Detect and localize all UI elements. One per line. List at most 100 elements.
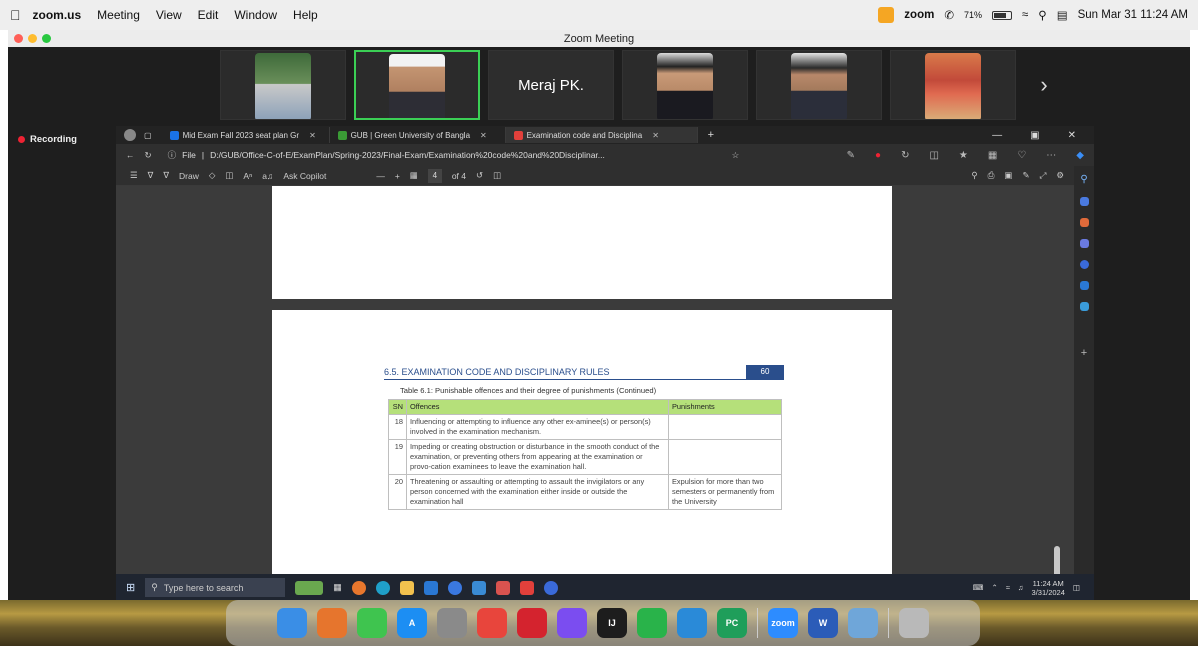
- app-store-icon[interactable]: A: [397, 608, 427, 638]
- close-tab-icon[interactable]: ✕: [652, 131, 659, 140]
- highlight-icon[interactable]: ∇: [148, 170, 154, 181]
- store-icon[interactable]: [471, 580, 486, 595]
- tab-actions-icon[interactable]: ▢: [144, 131, 152, 140]
- zoom-icon[interactable]: zoom: [768, 608, 798, 638]
- refresh-icon[interactable]: ↻: [145, 150, 152, 161]
- zoom-status-label[interactable]: zoom: [904, 9, 934, 21]
- split-screen-icon[interactable]: ◫: [929, 150, 938, 161]
- participant-tile[interactable]: [220, 50, 346, 120]
- rotate-icon[interactable]: ↺: [476, 170, 483, 181]
- widgets-icon[interactable]: [295, 580, 324, 595]
- settings-icon[interactable]: [437, 608, 467, 638]
- browser-tab[interactable]: GUB | Green University of Bangla ✕: [330, 127, 506, 143]
- preview-icon[interactable]: [848, 608, 878, 638]
- recording-indicator[interactable]: Recording: [8, 132, 108, 146]
- battery-icon[interactable]: [991, 10, 1012, 20]
- favorites-icon[interactable]: ★: [959, 150, 968, 161]
- ask-copilot-button[interactable]: Ask Copilot: [283, 171, 326, 181]
- restore-icon[interactable]: ▣: [1030, 130, 1039, 141]
- edge-icon[interactable]: [375, 580, 390, 595]
- sync-icon[interactable]: ↻: [901, 150, 909, 161]
- fit-page-icon[interactable]: ▦: [410, 170, 418, 181]
- taskbar-clock[interactable]: 11:24 AM 3/31/2024: [1032, 579, 1065, 597]
- close-tab-icon[interactable]: ✕: [480, 131, 487, 140]
- menu-view[interactable]: View: [156, 8, 182, 22]
- copilot-sidebar-icon[interactable]: [1079, 260, 1089, 269]
- profile-icon[interactable]: [124, 129, 136, 141]
- messenger-icon[interactable]: [557, 608, 587, 638]
- draw-icon[interactable]: ∇: [163, 170, 169, 181]
- minimize-icon[interactable]: —: [992, 130, 1002, 141]
- participant-tile-active-speaker[interactable]: [354, 50, 480, 120]
- browser-tab[interactable]: Mid Exam Fall 2023 seat plan Gr ✕: [162, 127, 330, 143]
- outlook-icon[interactable]: [1079, 281, 1089, 290]
- zoom-out-icon[interactable]: —: [376, 171, 385, 181]
- print-icon[interactable]: ⎙: [988, 170, 995, 181]
- pycharm-icon[interactable]: PC: [717, 608, 747, 638]
- toolbox-icon[interactable]: [1079, 218, 1089, 227]
- task-view-icon[interactable]: ▦: [333, 582, 342, 593]
- more-icon[interactable]: ⋯: [1046, 150, 1056, 161]
- explorer-icon[interactable]: [399, 580, 414, 595]
- notification-icon[interactable]: ◫: [1073, 583, 1080, 592]
- participant-tile[interactable]: [622, 50, 748, 120]
- menu-meeting[interactable]: Meeting: [97, 8, 140, 22]
- pdf-search-icon[interactable]: ⚲: [971, 170, 977, 181]
- settings-icon[interactable]: ⚙: [1056, 170, 1064, 181]
- teams-icon[interactable]: [543, 580, 558, 595]
- read-aloud-icon[interactable]: a♫: [262, 171, 273, 181]
- browser-tab-active[interactable]: Examination code and Disciplina ✕: [505, 127, 698, 143]
- favorite-star-icon[interactable]: ☆: [732, 150, 740, 161]
- windows-start-icon[interactable]: ⊞: [126, 581, 135, 594]
- games-icon[interactable]: [1079, 239, 1089, 248]
- messages-icon[interactable]: [357, 608, 387, 638]
- finder-icon[interactable]: [277, 608, 307, 638]
- save-icon[interactable]: ▣: [1004, 170, 1012, 181]
- chevron-right-icon[interactable]: ›: [1024, 50, 1064, 120]
- close-icon[interactable]: ✕: [1068, 130, 1076, 141]
- view-icon[interactable]: ◫: [225, 170, 233, 181]
- heart-icon[interactable]: ♡: [1017, 150, 1026, 161]
- minimize-window-icon[interactable]: [28, 34, 37, 43]
- close-window-icon[interactable]: [14, 34, 23, 43]
- control-center-icon[interactable]: ▤: [1057, 8, 1068, 22]
- opera-icon[interactable]: [517, 608, 547, 638]
- app-icon[interactable]: [495, 580, 510, 595]
- network-icon[interactable]: ≈: [1006, 583, 1010, 592]
- extension-icon[interactable]: ✎: [847, 150, 855, 161]
- participant-tile-name-only[interactable]: Meraj PK.: [488, 50, 614, 120]
- collections-icon[interactable]: ▦: [988, 150, 997, 161]
- taskbar-search-field[interactable]: ⚲ Type here to search: [145, 578, 286, 597]
- word-icon[interactable]: W: [808, 608, 838, 638]
- address-field[interactable]: ⓘ File | D:/GUB/Office-C-of-E/ExamPlan/S…: [162, 147, 722, 163]
- add-sidebar-icon[interactable]: +: [1081, 347, 1087, 359]
- back-icon[interactable]: ←: [126, 150, 135, 160]
- volume-icon[interactable]: ♫: [1018, 583, 1024, 592]
- menu-window[interactable]: Window: [234, 8, 277, 22]
- search-sidebar-icon[interactable]: ⚲: [1080, 174, 1087, 185]
- intellij-icon[interactable]: IJ: [597, 608, 627, 638]
- fullscreen-icon[interactable]: ⤢: [1040, 170, 1047, 181]
- firefox-icon[interactable]: [351, 580, 366, 595]
- microphone-icon[interactable]: [878, 7, 895, 23]
- participant-tile[interactable]: [890, 50, 1016, 120]
- contents-icon[interactable]: ☰: [130, 170, 138, 181]
- search-icon[interactable]: ⚲: [1038, 8, 1046, 22]
- text-icon[interactable]: Aⁿ: [243, 171, 252, 181]
- menu-clock[interactable]: Sun Mar 31 11:24 AM: [1078, 9, 1188, 21]
- keyboard-icon[interactable]: ⌨: [973, 583, 984, 592]
- wifi-icon[interactable]: ≈: [1022, 9, 1028, 21]
- chrome-icon[interactable]: [477, 608, 507, 638]
- record-extension-icon[interactable]: ●: [875, 150, 881, 161]
- pdf-viewer[interactable]: 6.5. EXAMINATION CODE AND DISCIPLINARY R…: [116, 186, 1074, 600]
- participant-tile[interactable]: [756, 50, 882, 120]
- menu-help[interactable]: Help: [293, 8, 318, 22]
- phone-icon[interactable]: ✆: [944, 8, 954, 22]
- vivaldi-icon[interactable]: [519, 580, 534, 595]
- new-tab-icon[interactable]: +: [708, 129, 714, 141]
- save-as-icon[interactable]: ✎: [1022, 170, 1029, 181]
- zoom-window-icon[interactable]: [42, 34, 51, 43]
- erase-icon[interactable]: ◇: [209, 170, 216, 181]
- drop-icon[interactable]: [1079, 302, 1089, 311]
- copilot-icon[interactable]: ◆: [1076, 150, 1084, 161]
